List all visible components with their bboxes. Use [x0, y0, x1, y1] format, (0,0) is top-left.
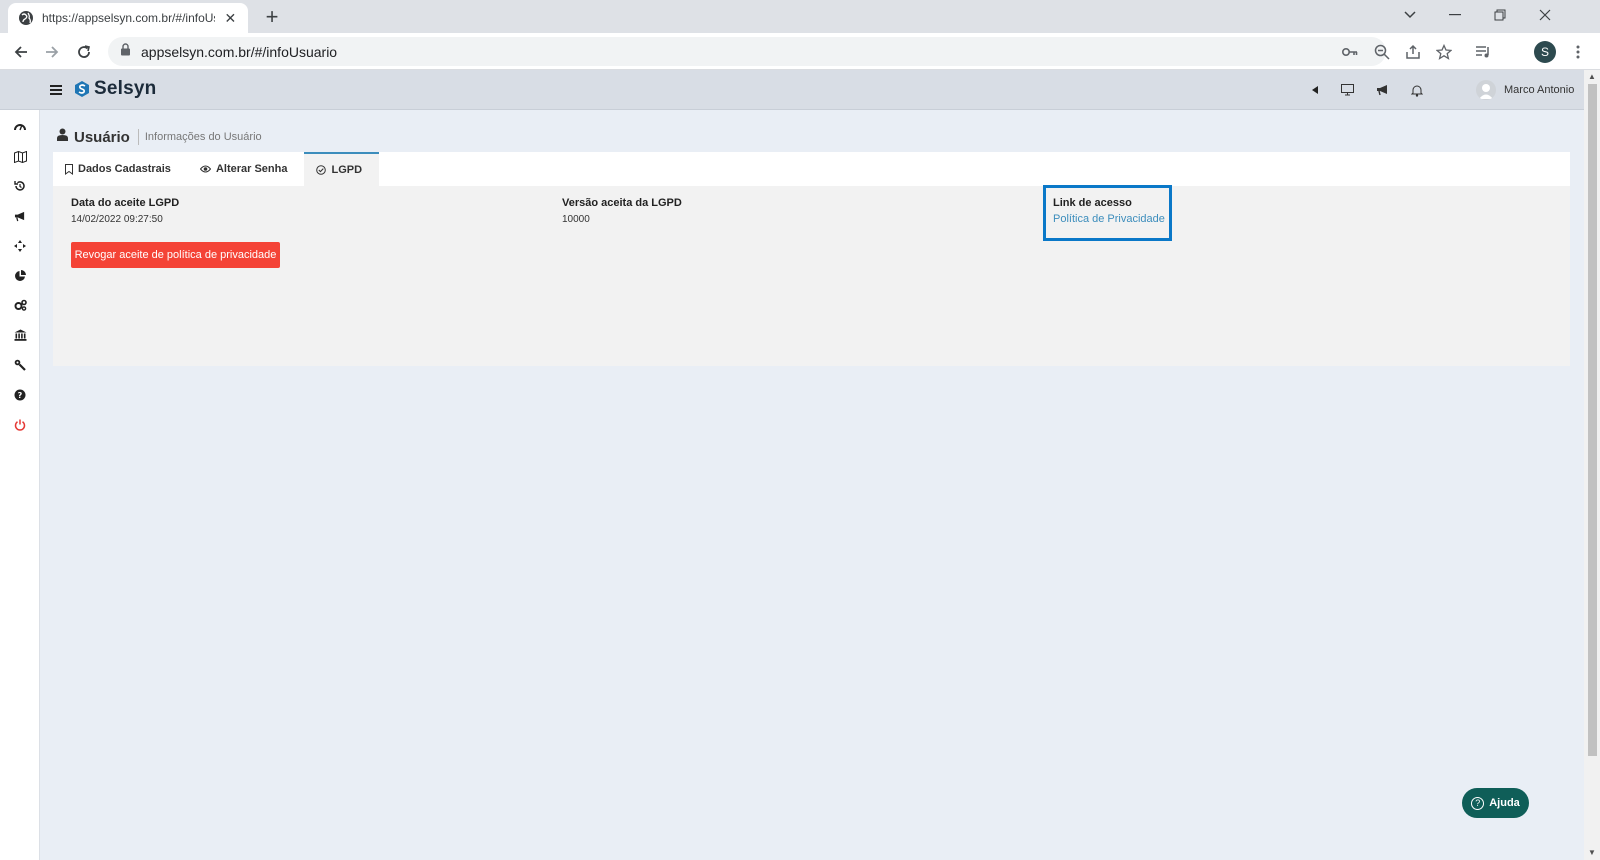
- map-icon[interactable]: [11, 148, 29, 166]
- bookmark-star-icon[interactable]: [1432, 40, 1456, 64]
- monitor-icon[interactable]: [1338, 81, 1356, 99]
- accepted-version-value: 10000: [562, 214, 590, 225]
- acceptance-date-label: Data do aceite LGPD: [71, 197, 180, 209]
- settings-gears-icon[interactable]: [11, 296, 29, 314]
- svg-text:?: ?: [18, 391, 23, 400]
- reload-button[interactable]: [72, 40, 96, 64]
- privacy-policy-link[interactable]: Política de Privacidade: [1053, 213, 1165, 225]
- globe-icon: [18, 10, 34, 26]
- power-icon[interactable]: [11, 416, 29, 434]
- history-icon[interactable]: [11, 177, 29, 195]
- page-subtitle: Informações do Usuário: [144, 131, 262, 143]
- new-tab-button[interactable]: +: [260, 4, 284, 29]
- help-button[interactable]: ? Ajuda: [1462, 788, 1529, 818]
- app-content: Selsyn Marco Antonio ? Usuário Informaçõ…: [0, 70, 1584, 860]
- user-avatar[interactable]: [1476, 80, 1496, 100]
- acceptance-date-value: 14/02/2022 09:27:50: [71, 214, 163, 225]
- restore-button[interactable]: [1477, 0, 1523, 30]
- hamburger-menu-icon[interactable]: [50, 82, 62, 100]
- key-icon[interactable]: [1338, 40, 1362, 64]
- access-link-label: Link de acesso: [1053, 197, 1132, 209]
- page-title: Usuário: [74, 128, 130, 146]
- revoke-consent-button[interactable]: Revogar aceite de política de privacidad…: [71, 242, 280, 268]
- app-topbar: Selsyn Marco Antonio: [0, 70, 1584, 110]
- profile-avatar[interactable]: S: [1534, 41, 1556, 63]
- user-name[interactable]: Marco Antonio: [1504, 84, 1574, 96]
- close-tab-icon[interactable]: ✕: [223, 10, 238, 27]
- wrench-icon[interactable]: [11, 356, 29, 374]
- zoom-out-icon[interactable]: [1370, 40, 1394, 64]
- omnibox[interactable]: appselsyn.com.br/#/infoUsuario: [108, 37, 1386, 66]
- sidebar: ?: [0, 110, 40, 860]
- tab-title: https://appselsyn.com.br/#/infoUsuario: [42, 11, 215, 25]
- tab-lgpd[interactable]: LGPD: [304, 152, 380, 186]
- media-control-icon[interactable]: [1471, 40, 1495, 64]
- address-bar: appselsyn.com.br/#/infoUsuario S: [0, 33, 1600, 70]
- page-header: Usuário Informações do Usuário: [57, 128, 262, 146]
- tab-label: Alterar Senha: [215, 163, 288, 175]
- logo-hexagon-icon: [75, 81, 89, 97]
- tab-bar: Dados Cadastrais Alterar Senha LGPD: [53, 152, 1570, 186]
- megaphone-icon[interactable]: [1373, 81, 1391, 99]
- eye-icon: [199, 165, 211, 173]
- pie-chart-icon[interactable]: [11, 267, 29, 285]
- url-text: appselsyn.com.br/#/infoUsuario: [141, 43, 338, 60]
- check-circle-icon: [316, 165, 327, 175]
- user-icon: [57, 128, 68, 146]
- help-label: Ajuda: [1489, 797, 1520, 809]
- help-circle-icon[interactable]: ?: [11, 386, 29, 404]
- selsyn-logo[interactable]: Selsyn: [74, 78, 156, 100]
- minimize-button[interactable]: [1432, 0, 1478, 30]
- back-button[interactable]: [9, 40, 33, 64]
- page-scrollbar[interactable]: ▲ ▼: [1584, 70, 1600, 860]
- bell-icon[interactable]: [1408, 81, 1426, 99]
- scroll-down-icon[interactable]: ▼: [1588, 848, 1596, 857]
- bookmark-icon: [65, 163, 73, 175]
- tab-search-button[interactable]: [1387, 0, 1433, 30]
- forward-button[interactable]: [40, 40, 64, 64]
- question-icon: ?: [1471, 796, 1485, 810]
- tab-label: Dados Cadastrais: [78, 163, 171, 175]
- megaphone-icon[interactable]: [11, 207, 29, 225]
- share-icon[interactable]: [1401, 40, 1425, 64]
- logo-text: Selsyn: [94, 78, 157, 99]
- scroll-up-icon[interactable]: ▲: [1588, 72, 1596, 81]
- browser-tabstrip: https://appselsyn.com.br/#/infoUsuario ✕…: [0, 0, 1600, 33]
- close-window-button[interactable]: [1522, 0, 1568, 30]
- caret-left-icon[interactable]: [1306, 81, 1324, 99]
- tab-label: LGPD: [331, 164, 363, 176]
- dashboard-icon[interactable]: [11, 118, 29, 136]
- browser-tab[interactable]: https://appselsyn.com.br/#/infoUsuario ✕: [8, 3, 248, 33]
- institution-icon[interactable]: [11, 326, 29, 344]
- scroll-thumb[interactable]: [1588, 84, 1597, 756]
- lock-icon: [120, 42, 131, 61]
- lgpd-panel: Dados Cadastrais Alterar Senha LGPD: [53, 152, 1570, 366]
- tab-alterar-senha[interactable]: Alterar Senha: [188, 152, 305, 186]
- browser-menu-icon[interactable]: [1566, 40, 1590, 64]
- tab-dados-cadastrais[interactable]: Dados Cadastrais: [53, 152, 188, 186]
- accepted-version-label: Versão aceita da LGPD: [562, 197, 682, 209]
- title-divider: [137, 129, 139, 145]
- crosshair-icon[interactable]: [11, 237, 29, 255]
